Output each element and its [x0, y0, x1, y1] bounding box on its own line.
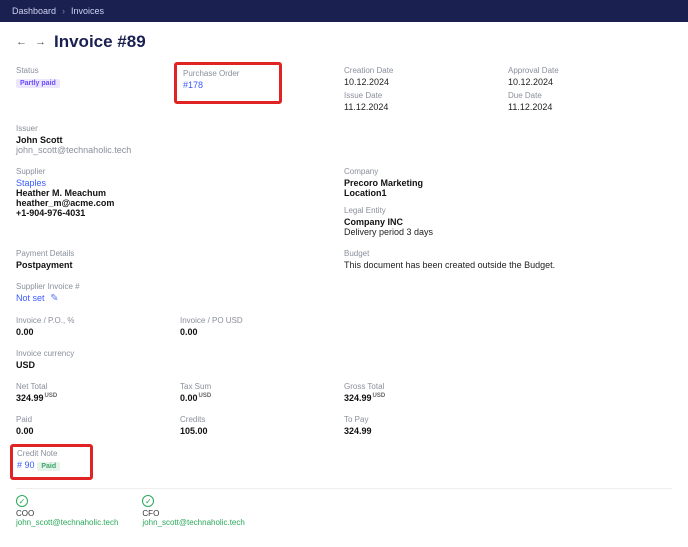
breadcrumb: Dashboard › Invoices: [0, 0, 688, 22]
topay-label: To Pay: [344, 415, 508, 424]
credits-label: Credits: [180, 415, 344, 424]
back-arrow-icon[interactable]: ←: [16, 36, 27, 48]
supplier-email: heather_m@acme.com: [16, 198, 180, 208]
budget-label: Budget: [344, 249, 672, 258]
issuer-label: Issuer: [16, 124, 672, 133]
approver-cfo: ✓ CFO john_scott@technaholic.tech: [142, 495, 244, 527]
po-label: Purchase Order: [183, 69, 239, 78]
breadcrumb-root[interactable]: Dashboard: [12, 6, 56, 16]
gross-total: 324.99USD: [344, 393, 508, 403]
supplier-invoice-label: Supplier Invoice #: [16, 282, 672, 291]
tax-sum: 0.00USD: [180, 393, 344, 403]
invoice-po-usd-label: Invoice / PO USD: [180, 316, 344, 325]
company-label: Company: [344, 167, 508, 176]
check-circle-icon: ✓: [16, 495, 28, 507]
approvers-row: ✓ COO john_scott@technaholic.tech ✓ CFO …: [16, 488, 672, 527]
gross-total-label: Gross Total: [344, 382, 508, 391]
supplier-link[interactable]: Staples: [16, 178, 180, 188]
approval-date: 10.12.2024: [508, 77, 672, 87]
invoice-po-pct-label: Invoice / P.O., %: [16, 316, 180, 325]
check-circle-icon: ✓: [142, 495, 154, 507]
status-badge: Partly paid: [16, 79, 60, 88]
due-date-label: Due Date: [508, 91, 672, 100]
net-total: 324.99USD: [16, 393, 180, 403]
issue-date-label: Issue Date: [344, 91, 508, 100]
invoice-po-pct: 0.00: [16, 327, 180, 337]
creation-date: 10.12.2024: [344, 77, 508, 87]
budget-note: This document has been created outside t…: [344, 260, 672, 270]
currency-value: USD: [16, 360, 672, 370]
payment-value: Postpayment: [16, 260, 180, 270]
paid-value: 0.00: [16, 426, 180, 436]
topay-value: 324.99: [344, 426, 508, 436]
legal-delivery: Delivery period 3 days: [344, 227, 508, 237]
approver-coo: ✓ COO john_scott@technaholic.tech: [16, 495, 118, 527]
supplier-invoice-value[interactable]: Not set: [16, 293, 45, 303]
chevron-right-icon: ›: [62, 6, 65, 16]
approval-date-label: Approval Date: [508, 66, 672, 75]
supplier-phone: +1-904-976-4031: [16, 208, 180, 218]
issuer-email: john_scott@technaholic.tech: [16, 145, 672, 155]
credits-value: 105.00: [180, 426, 344, 436]
company-name: Precoro Marketing: [344, 178, 508, 188]
invoice-po-usd: 0.00: [180, 327, 344, 337]
tax-sum-label: Tax Sum: [180, 382, 344, 391]
forward-arrow-icon[interactable]: →: [35, 36, 46, 48]
approver-email[interactable]: john_scott@technaholic.tech: [142, 518, 244, 527]
page-title: Invoice #89: [54, 32, 146, 52]
due-date: 11.12.2024: [508, 102, 672, 112]
credit-note-link[interactable]: # 90: [17, 460, 35, 470]
credit-note-label: Credit Note: [17, 449, 60, 458]
edit-icon[interactable]: ✎: [50, 293, 58, 304]
supplier-label: Supplier: [16, 167, 180, 176]
payment-label: Payment Details: [16, 249, 180, 258]
credit-note-badge: Paid: [37, 462, 60, 471]
issue-date: 11.12.2024: [344, 102, 508, 112]
company-location: Location1: [344, 188, 508, 198]
approver-role: CFO: [142, 509, 244, 518]
legal-name: Company INC: [344, 217, 508, 227]
breadcrumb-current[interactable]: Invoices: [71, 6, 104, 16]
po-link[interactable]: #178: [183, 80, 203, 90]
creation-date-label: Creation Date: [344, 66, 508, 75]
paid-label: Paid: [16, 415, 180, 424]
po-highlight: Purchase Order #178: [174, 62, 282, 104]
net-total-label: Net Total: [16, 382, 180, 391]
legal-label: Legal Entity: [344, 206, 508, 215]
supplier-contact: Heather M. Meachum: [16, 188, 180, 198]
approver-role: COO: [16, 509, 118, 518]
issuer-name: John Scott: [16, 135, 672, 145]
credit-note-highlight: Credit Note # 90 Paid: [10, 444, 93, 480]
status-label: Status: [16, 66, 180, 75]
currency-label: Invoice currency: [16, 349, 672, 358]
approver-email[interactable]: john_scott@technaholic.tech: [16, 518, 118, 527]
